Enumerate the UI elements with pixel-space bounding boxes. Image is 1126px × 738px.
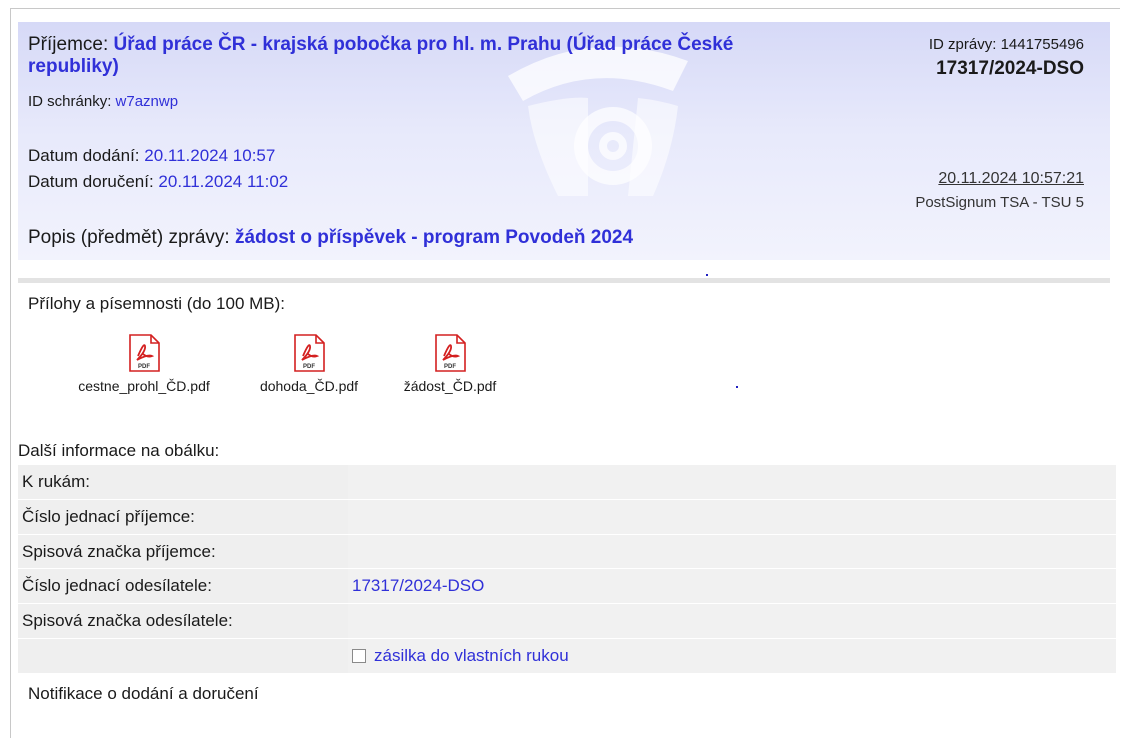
pdf-icon-text: PDF	[138, 364, 150, 370]
stray-dot	[706, 274, 708, 276]
attachment-file[interactable]: PDF žádost_ČD.pdf	[382, 334, 518, 394]
message-id: ID zprávy: 1441755496	[929, 36, 1084, 53]
recipient-label: Příjemce:	[28, 34, 114, 55]
envelope-field-value	[348, 465, 1116, 501]
databox-id: ID schránky: w7aznwp	[28, 93, 178, 110]
receipt-date: Datum doručení: 20.11.2024 11:02	[28, 172, 288, 192]
table-row: Číslo jednací příjemce:	[18, 499, 1116, 535]
recipient: Příjemce: Úřad práce ČR - krajská pobočk…	[28, 34, 828, 78]
envelope-field-value	[348, 603, 1116, 639]
message-id-value: 1441755496	[1000, 36, 1084, 53]
delivery-date-label: Datum dodání:	[28, 146, 145, 165]
envelope-info-title: Další informace na obálku:	[18, 441, 220, 460]
frame-top-border	[10, 8, 1120, 9]
attachment-name[interactable]: dohoda_ČD.pdf	[260, 378, 358, 394]
envelope-field-label: Spisová značka odesílatele:	[18, 603, 348, 639]
case-number: 17317/2024-DSO	[936, 58, 1084, 79]
attachments-label: Přílohy a písemnosti (do 100 MB):	[28, 294, 286, 313]
frame-left-border	[10, 8, 11, 738]
table-row: Spisová značka příjemce:	[18, 534, 1116, 570]
pdf-icon[interactable]: PDF	[128, 334, 160, 372]
delivery-date: Datum dodání: 20.11.2024 10:57	[28, 146, 275, 166]
message-header: Příjemce: Úřad práce ČR - krajská pobočk…	[18, 22, 1110, 260]
personal-delivery-cell: zásilka do vlastních rukou	[348, 638, 1116, 673]
pdf-icon-text: PDF	[303, 364, 315, 370]
envelope-field-label: Spisová značka příjemce:	[18, 534, 348, 570]
attachment-name[interactable]: žádost_ČD.pdf	[404, 378, 497, 394]
table-row: zásilka do vlastních rukou	[18, 638, 1116, 673]
table-row: Číslo jednací odesílatele: 17317/2024-DS…	[18, 568, 1116, 605]
recipient-name: Úřad práce ČR - krajská pobočka pro hl. …	[28, 34, 734, 77]
receipt-date-value: 20.11.2024 11:02	[158, 172, 289, 191]
table-row: K rukám:	[18, 465, 1116, 501]
timestamp-authority: PostSignum TSA - TSU 5	[915, 194, 1084, 211]
receipt-date-label: Datum doručení:	[28, 172, 159, 191]
envelope-info-table: K rukám: Číslo jednací příjemce: Spisová…	[18, 465, 1116, 673]
pdf-icon-text: PDF	[444, 364, 456, 370]
subject-label: Popis (předmět) zprávy:	[28, 227, 235, 248]
envelope-field-label: Číslo jednací odesílatele:	[18, 568, 348, 605]
databox-id-value: w7aznwp	[115, 93, 179, 110]
attachment-file[interactable]: PDF dohoda_ČD.pdf	[241, 334, 377, 394]
envelope-field-label	[18, 638, 348, 673]
envelope-field-value: 17317/2024-DSO	[348, 568, 1116, 605]
message-id-label: ID zprávy:	[928, 36, 1001, 53]
timestamp-link[interactable]: 20.11.2024 10:57:21	[938, 170, 1084, 188]
table-row: Spisová značka odesílatele:	[18, 603, 1116, 639]
databox-id-label: ID schránky:	[28, 93, 116, 110]
header-separator	[18, 278, 1110, 283]
envelope-field-value	[348, 499, 1116, 535]
personal-delivery-checkbox[interactable]	[352, 648, 366, 663]
delivery-date-value: 20.11.2024 10:57	[144, 146, 276, 165]
attachment-name[interactable]: cestne_prohl_ČD.pdf	[78, 378, 210, 394]
envelope-field-label: Číslo jednací příjemce:	[18, 499, 348, 535]
pdf-icon[interactable]: PDF	[434, 334, 466, 372]
personal-delivery-label: zásilka do vlastních rukou	[374, 645, 569, 665]
stray-dot	[736, 386, 738, 388]
envelope-field-label: K rukám:	[18, 465, 348, 501]
envelope-field-value	[348, 534, 1116, 570]
message-subject: Popis (předmět) zprávy: žádost o příspěv…	[28, 227, 633, 249]
attachment-file[interactable]: PDF cestne_prohl_ČD.pdf	[56, 334, 232, 394]
notifications-label: Notifikace o dodání a doručení	[28, 684, 259, 703]
subject-value: žádost o příspěvek - program Povodeň 202…	[234, 227, 634, 248]
pdf-icon[interactable]: PDF	[293, 334, 325, 372]
